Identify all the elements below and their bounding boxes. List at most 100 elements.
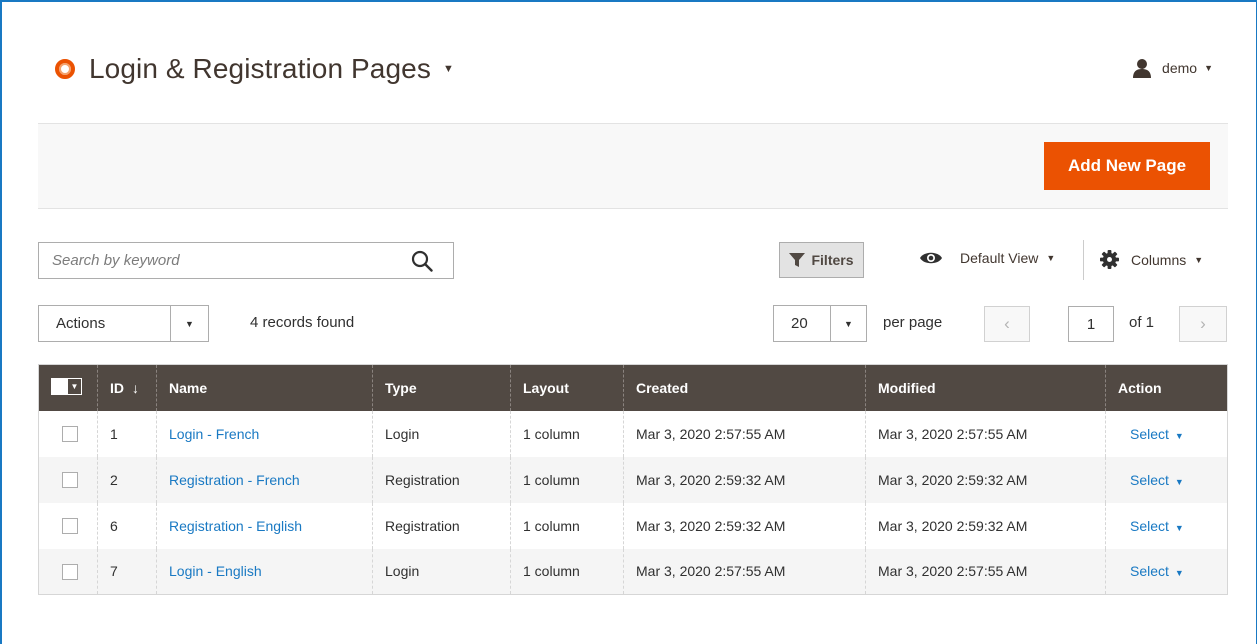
mass-select-header[interactable]: ▼ (38, 364, 98, 411)
select-action-link[interactable]: Select (1130, 426, 1169, 442)
column-header-action: Action (1105, 364, 1228, 411)
cell-name: Login - French (156, 410, 373, 457)
title-caret-icon[interactable]: ▼ (443, 63, 454, 75)
select-action-link[interactable]: Select (1130, 518, 1169, 534)
columns-label: Columns (1131, 251, 1187, 268)
actions-label: Actions (56, 315, 106, 332)
column-label: Action (1118, 379, 1162, 396)
page-number-input[interactable] (1068, 306, 1114, 342)
cell-name: Registration - English (156, 502, 373, 549)
eye-icon (920, 252, 942, 264)
page-total: of 1 (1129, 314, 1155, 331)
select-action-link[interactable]: Select (1130, 563, 1169, 579)
per-page-select[interactable]: 20 ▼ (773, 305, 867, 342)
page-name-link[interactable]: Login - English (169, 563, 262, 579)
row-checkbox[interactable] (62, 472, 78, 489)
next-page-button[interactable]: › (1179, 306, 1227, 342)
column-header-created[interactable]: Created (623, 364, 866, 411)
search-box (38, 242, 454, 279)
chevron-left-icon: ‹ (1004, 314, 1010, 333)
cell-type: Registration (372, 502, 511, 549)
chevron-down-icon[interactable]: ▼ (67, 379, 81, 395)
checkbox-box (52, 379, 67, 395)
cell-modified: Mar 3, 2020 2:59:32 AM (865, 502, 1106, 549)
toolbar-divider (1083, 240, 1084, 280)
add-new-page-button[interactable]: Add New Page (1044, 142, 1210, 190)
column-header-layout[interactable]: Layout (510, 364, 624, 411)
row-checkbox-cell (38, 502, 98, 549)
user-icon (1133, 59, 1152, 78)
column-label: Layout (523, 379, 569, 396)
chevron-down-icon[interactable]: ▼ (1175, 477, 1184, 487)
chevron-down-icon: ▼ (1194, 254, 1204, 265)
per-page-label: per page (883, 314, 943, 331)
chevron-right-icon: › (1200, 314, 1206, 333)
page-name-link[interactable]: Login - French (169, 426, 259, 442)
row-checkbox[interactable] (62, 426, 78, 443)
records-found: 4 records found (250, 314, 355, 331)
filter-icon (789, 253, 806, 267)
row-checkbox-cell (38, 456, 98, 503)
chevron-down-icon[interactable]: ▼ (1175, 523, 1184, 533)
cell-layout: 1 column (510, 502, 624, 549)
chevron-down-icon[interactable]: ▼ (1175, 568, 1184, 578)
sort-down-icon: ↓ (132, 379, 139, 396)
logo-icon (55, 59, 75, 79)
cell-id: 7 (97, 548, 157, 595)
cell-action: Select ▼ (1105, 548, 1228, 595)
table-row: 2 Registration - French Registration 1 c… (38, 456, 1228, 503)
table-header-row: ▼ ID ↓ Name Type Layout Created Modified … (38, 364, 1228, 411)
select-action-link[interactable]: Select (1130, 472, 1169, 488)
cell-id: 1 (97, 410, 157, 457)
page-actions-bar: Add New Page (38, 123, 1228, 209)
columns-switcher[interactable]: Columns ▼ (1100, 250, 1203, 269)
cell-type: Login (372, 548, 511, 595)
column-label: Created (636, 379, 689, 396)
search-input[interactable] (39, 243, 399, 278)
page-name-link[interactable]: Registration - French (169, 472, 300, 488)
column-header-type[interactable]: Type (372, 364, 511, 411)
mass-select-checkbox[interactable]: ▼ (51, 378, 82, 396)
column-label: Name (169, 379, 208, 396)
search-icon[interactable] (411, 250, 433, 272)
row-checkbox-cell (38, 548, 98, 595)
cell-name: Registration - French (156, 456, 373, 503)
cell-created: Mar 3, 2020 2:59:32 AM (623, 502, 866, 549)
per-page-value: 20 (791, 315, 808, 332)
chevron-down-icon[interactable]: ▼ (170, 306, 208, 341)
gear-icon (1100, 250, 1119, 269)
pages-grid: ▼ ID ↓ Name Type Layout Created Modified … (38, 364, 1228, 595)
cell-action: Select ▼ (1105, 456, 1228, 503)
page-title[interactable]: Login & Registration Pages ▼ (55, 48, 454, 90)
filters-button[interactable]: Filters (779, 242, 864, 278)
column-header-id[interactable]: ID ↓ (97, 364, 157, 411)
chevron-down-icon[interactable]: ▼ (830, 306, 866, 341)
view-switcher[interactable]: Default View ▼ (920, 250, 1055, 266)
row-checkbox-cell (38, 410, 98, 457)
previous-page-button[interactable]: ‹ (984, 306, 1030, 342)
row-checkbox[interactable] (62, 563, 78, 580)
cell-created: Mar 3, 2020 2:57:55 AM (623, 548, 866, 595)
page-name-link[interactable]: Registration - English (169, 518, 302, 534)
column-label: ID (110, 379, 124, 396)
mass-actions-select[interactable]: Actions ▼ (38, 305, 209, 342)
column-header-name[interactable]: Name (156, 364, 373, 411)
cell-type: Login (372, 410, 511, 457)
user-menu[interactable]: demo ▼ (1132, 58, 1213, 78)
cell-name: Login - English (156, 548, 373, 595)
table-row: 7 Login - English Login 1 column Mar 3, … (38, 548, 1228, 595)
user-name: demo (1162, 60, 1198, 76)
chevron-down-icon[interactable]: ▼ (1175, 431, 1184, 441)
cell-action: Select ▼ (1105, 502, 1228, 549)
filters-label: Filters (811, 252, 854, 268)
cell-layout: 1 column (510, 456, 624, 503)
cell-modified: Mar 3, 2020 2:57:55 AM (865, 548, 1106, 595)
cell-id: 2 (97, 456, 157, 503)
column-label: Type (385, 379, 417, 396)
column-label: Modified (878, 379, 936, 396)
cell-id: 6 (97, 502, 157, 549)
row-checkbox[interactable] (62, 518, 78, 535)
column-header-modified[interactable]: Modified (865, 364, 1106, 411)
cell-action: Select ▼ (1105, 410, 1228, 457)
view-label: Default View (960, 250, 1039, 266)
